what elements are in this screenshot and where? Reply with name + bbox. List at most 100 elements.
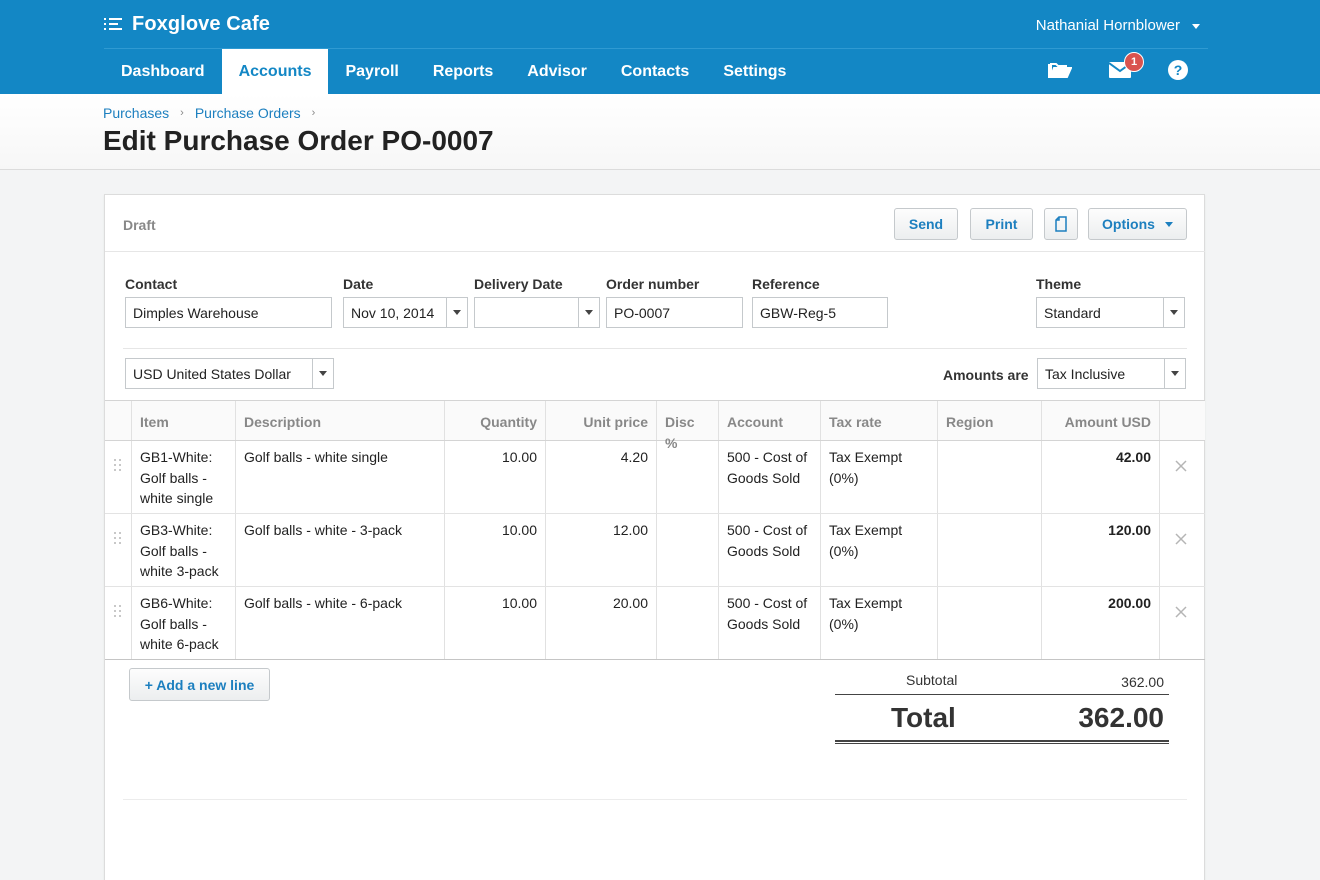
row-actions-cell bbox=[1159, 514, 1205, 586]
column-header-tax-rate: Tax rate bbox=[820, 401, 937, 440]
help-icon: ? bbox=[1168, 60, 1188, 80]
delivery-date-dropdown-button[interactable] bbox=[578, 298, 599, 327]
close-icon[interactable] bbox=[1174, 532, 1188, 546]
region-cell[interactable] bbox=[937, 514, 1041, 586]
send-button[interactable]: Send bbox=[894, 208, 958, 240]
drag-handle-icon[interactable] bbox=[114, 459, 122, 471]
status-label: Draft bbox=[123, 217, 156, 233]
account-cell[interactable]: 500 - Cost of Goods Sold bbox=[718, 587, 820, 659]
chevron-right-icon: › bbox=[311, 107, 316, 119]
table-header: Item Description Quantity Unit price Dis… bbox=[105, 401, 1205, 451]
order-number-value: PO-0007 bbox=[614, 304, 671, 321]
currency-select[interactable]: USD United States Dollar bbox=[125, 358, 334, 389]
date-field[interactable]: Nov 10, 2014 bbox=[343, 297, 468, 328]
main-nav: Dashboard Accounts Payroll Reports Advis… bbox=[104, 49, 803, 94]
notification-badge: 1 bbox=[1124, 52, 1144, 72]
amounts-are-value: Tax Inclusive bbox=[1045, 365, 1126, 382]
tab-payroll[interactable]: Payroll bbox=[328, 49, 415, 94]
svg-text:?: ? bbox=[1174, 62, 1183, 78]
options-button[interactable]: Options bbox=[1088, 208, 1187, 240]
item-cell[interactable]: GB6-White: Golf balls - white 6-pack bbox=[131, 587, 235, 659]
chevron-down-icon bbox=[585, 310, 593, 315]
user-menu[interactable]: Nathanial Hornblower bbox=[1036, 17, 1200, 34]
date-dropdown-button[interactable] bbox=[446, 298, 467, 327]
amount-cell[interactable]: 120.00 bbox=[1041, 514, 1159, 586]
chevron-down-icon bbox=[1170, 310, 1178, 315]
order-number-field[interactable]: PO-0007 bbox=[606, 297, 743, 328]
region-cell[interactable] bbox=[937, 441, 1041, 513]
breadcrumb: Purchases › Purchase Orders › bbox=[103, 105, 326, 121]
tab-advisor[interactable]: Advisor bbox=[510, 49, 604, 94]
quantity-cell[interactable]: 10.00 bbox=[444, 587, 545, 659]
reference-label: Reference bbox=[752, 276, 820, 292]
help-button[interactable]: ? bbox=[1164, 56, 1192, 84]
divider bbox=[123, 348, 1187, 349]
messages-button[interactable]: 1 bbox=[1106, 52, 1144, 84]
tab-contacts[interactable]: Contacts bbox=[604, 49, 706, 94]
files-button[interactable] bbox=[1046, 56, 1074, 84]
column-header-amount: Amount USD bbox=[1041, 401, 1159, 440]
tax-rate-cell[interactable]: Tax Exempt (0%) bbox=[820, 441, 937, 513]
column-header-description: Description bbox=[235, 401, 444, 440]
description-cell[interactable]: Golf balls - white - 3-pack bbox=[235, 514, 444, 586]
contact-field[interactable]: Dimples Warehouse bbox=[125, 297, 332, 328]
user-name: Nathanial Hornblower bbox=[1035, 17, 1180, 34]
page-title: Edit Purchase Order PO-0007 bbox=[103, 125, 494, 156]
subtotal-divider bbox=[835, 694, 1169, 695]
subtotal-value: 362.00 bbox=[1121, 674, 1164, 690]
total-value: 362.00 bbox=[1078, 702, 1164, 733]
quantity-cell[interactable]: 10.00 bbox=[444, 441, 545, 513]
breadcrumb-purchase-orders[interactable]: Purchase Orders bbox=[195, 105, 301, 121]
quantity-cell[interactable]: 10.00 bbox=[444, 514, 545, 586]
amount-cell[interactable]: 200.00 bbox=[1041, 587, 1159, 659]
tab-dashboard[interactable]: Dashboard bbox=[104, 49, 222, 94]
amounts-are-label: Amounts are bbox=[943, 367, 1029, 383]
discount-cell[interactable] bbox=[656, 514, 718, 586]
reference-field[interactable]: GBW-Reg-5 bbox=[752, 297, 888, 328]
top-bar: Foxglove Cafe Nathanial Hornblower Dashb… bbox=[0, 0, 1320, 94]
order-number-label: Order number bbox=[606, 276, 700, 292]
account-cell[interactable]: 500 - Cost of Goods Sold bbox=[718, 441, 820, 513]
close-icon[interactable] bbox=[1174, 459, 1188, 473]
discount-cell[interactable] bbox=[656, 441, 718, 513]
region-cell[interactable] bbox=[937, 587, 1041, 659]
unit-price-cell[interactable]: 20.00 bbox=[545, 587, 656, 659]
header-actions: 1 ? bbox=[1046, 52, 1192, 84]
close-icon[interactable] bbox=[1174, 605, 1188, 619]
unit-price-cell[interactable]: 12.00 bbox=[545, 514, 656, 586]
row-actions-cell bbox=[1159, 441, 1205, 513]
date-value: Nov 10, 2014 bbox=[351, 304, 435, 321]
org-switcher[interactable]: Foxglove Cafe bbox=[104, 11, 270, 37]
divider bbox=[123, 799, 1187, 800]
breadcrumb-purchases[interactable]: Purchases bbox=[103, 105, 169, 121]
purchase-order-form: Draft Send Print Options Contact Date De… bbox=[104, 194, 1205, 880]
amount-cell[interactable]: 42.00 bbox=[1041, 441, 1159, 513]
account-cell[interactable]: 500 - Cost of Goods Sold bbox=[718, 514, 820, 586]
item-cell[interactable]: GB1-White: Golf balls - white single bbox=[131, 441, 235, 513]
chevron-down-icon bbox=[319, 371, 327, 376]
description-cell[interactable]: Golf balls - white single bbox=[235, 441, 444, 513]
tax-rate-cell[interactable]: Tax Exempt (0%) bbox=[820, 587, 937, 659]
page-header: Purchases › Purchase Orders › Edit Purch… bbox=[0, 94, 1320, 170]
tab-settings[interactable]: Settings bbox=[706, 49, 803, 94]
unit-price-cell[interactable]: 4.20 bbox=[545, 441, 656, 513]
tab-reports[interactable]: Reports bbox=[416, 49, 510, 94]
description-cell[interactable]: Golf balls - white - 6-pack bbox=[235, 587, 444, 659]
drag-handle-icon[interactable] bbox=[114, 532, 122, 544]
print-button[interactable]: Print bbox=[970, 208, 1033, 240]
theme-dropdown-button[interactable] bbox=[1163, 298, 1184, 327]
currency-dropdown-button[interactable] bbox=[312, 359, 333, 388]
discount-cell[interactable] bbox=[656, 587, 718, 659]
add-new-line-button[interactable]: + Add a new line bbox=[129, 668, 270, 701]
chevron-down-icon bbox=[453, 310, 461, 315]
column-header-account: Account bbox=[718, 401, 820, 440]
tax-rate-cell[interactable]: Tax Exempt (0%) bbox=[820, 514, 937, 586]
theme-select[interactable]: Standard bbox=[1036, 297, 1185, 328]
delivery-date-field[interactable] bbox=[474, 297, 600, 328]
drag-handle-icon[interactable] bbox=[114, 605, 122, 617]
tab-accounts[interactable]: Accounts bbox=[221, 49, 329, 94]
copy-button[interactable] bbox=[1044, 208, 1078, 240]
amounts-are-dropdown-button[interactable] bbox=[1164, 359, 1185, 388]
amounts-are-select[interactable]: Tax Inclusive bbox=[1037, 358, 1186, 389]
item-cell[interactable]: GB3-White: Golf balls - white 3-pack bbox=[131, 514, 235, 586]
